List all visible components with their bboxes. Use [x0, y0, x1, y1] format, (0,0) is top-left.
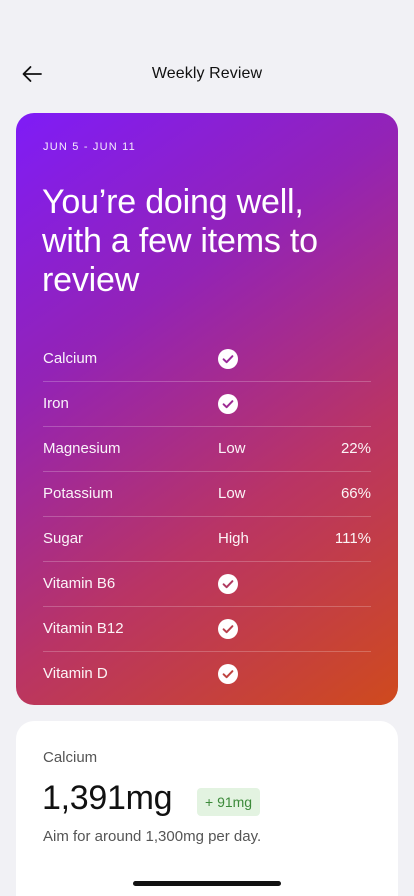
nutrient-name: Vitamin B12 — [43, 620, 124, 637]
weekly-summary-card: JUN 5 - JUN 11 You’re doing well, with a… — [16, 113, 398, 705]
nutrient-name: Potassium — [43, 485, 114, 502]
date-range: JUN 5 - JUN 11 — [43, 141, 136, 153]
nutrient-row-vitamin-b12[interactable]: Vitamin B12 — [43, 607, 371, 652]
nutrient-name: Calcium — [43, 350, 98, 367]
checkmark-circle-icon — [218, 394, 238, 414]
summary-headline: You’re doing well, with a few items to r… — [42, 183, 318, 299]
weekly-review-screen: Weekly Review JUN 5 - JUN 11 You’re doin… — [0, 0, 414, 896]
nutrient-row-vitamin-d[interactable]: Vitamin D — [43, 652, 371, 696]
detail-amount: 1,391mg — [42, 779, 173, 817]
nutrient-list: Calcium Iron Magnesium Low 22% Potassium… — [43, 337, 371, 696]
checkmark-circle-icon — [218, 574, 238, 594]
nutrient-row-magnesium[interactable]: Magnesium Low 22% — [43, 427, 371, 472]
nutrient-name: Magnesium — [43, 440, 121, 457]
checkmark-circle-icon — [218, 664, 238, 684]
nutrient-status: High — [218, 530, 249, 547]
nutrient-name: Vitamin B6 — [43, 575, 116, 592]
nutrient-row-vitamin-b6[interactable]: Vitamin B6 — [43, 562, 371, 607]
page-title: Weekly Review — [151, 65, 263, 82]
nutrient-row-iron[interactable]: Iron — [43, 382, 371, 427]
nutrient-status: Low — [218, 440, 246, 457]
nutrient-percent: 22% — [340, 440, 371, 457]
detail-goal-note: Aim for around 1,300mg per day. — [43, 828, 262, 845]
nutrient-percent: 111% — [334, 530, 371, 547]
checkmark-circle-icon — [218, 349, 238, 369]
nutrient-name: Iron — [43, 395, 69, 412]
nutrient-row-potassium[interactable]: Potassium Low 66% — [43, 472, 371, 517]
checkmark-circle-icon — [218, 619, 238, 639]
nutrient-name: Vitamin D — [43, 665, 108, 682]
nav-bar: Weekly Review — [0, 52, 414, 96]
nutrient-percent: 66% — [340, 485, 371, 502]
nutrient-status: Low — [218, 485, 246, 502]
nutrient-name: Sugar — [43, 530, 84, 547]
nutrient-detail-card[interactable]: Calcium 1,391mg + 91mg Aim for around 1,… — [16, 721, 398, 896]
delta-badge: + 91mg — [197, 788, 261, 816]
detail-nutrient-name: Calcium — [43, 749, 98, 766]
nutrient-row-calcium[interactable]: Calcium — [43, 337, 371, 382]
home-indicator[interactable] — [133, 881, 281, 886]
nutrient-row-sugar[interactable]: Sugar High 111% — [43, 517, 371, 562]
